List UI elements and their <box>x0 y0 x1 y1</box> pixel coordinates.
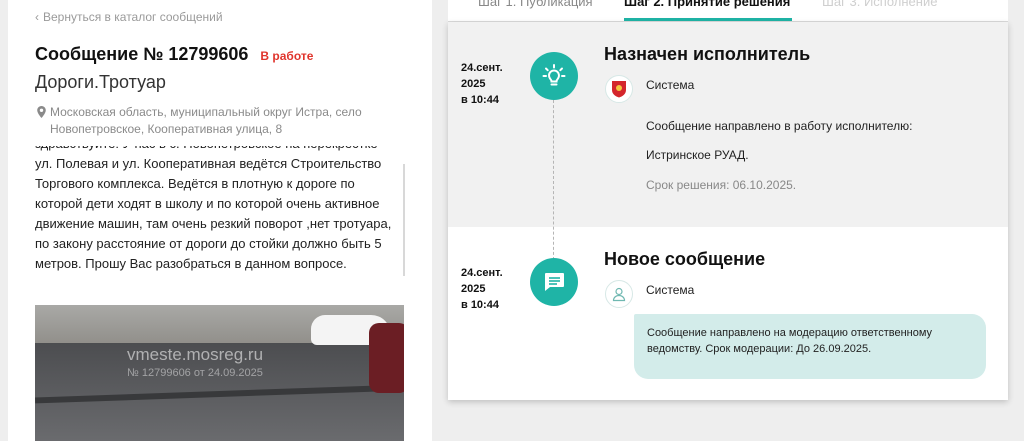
location-pin-icon <box>37 106 46 118</box>
message-title: Сообщение № 12799606 <box>35 44 249 64</box>
message-description[interactable]: здравствуйте! У нас в с. Новопетровское … <box>35 146 405 280</box>
address-text: Московская область, муниципальный округ … <box>50 105 362 136</box>
back-to-catalog-link[interactable]: ‹ Вернуться в каталог сообщений <box>35 10 223 24</box>
event-text: Сообщение направлено в работу исполнител… <box>646 119 913 133</box>
tab-step-3[interactable]: Шаг 3. Исполнение <box>822 0 937 9</box>
message-icon <box>530 258 578 306</box>
event-date: 24.сент. 2025 в 10:44 <box>461 267 503 311</box>
event-executor: Истринское РУАД. <box>646 148 749 162</box>
event-author: Система <box>646 78 695 92</box>
description-text: здравствуйте! У нас в с. Новопетровское … <box>35 146 392 271</box>
user-avatar-icon <box>605 280 633 308</box>
message-address: Московская область, муниципальный округ … <box>35 104 375 138</box>
photo-watermark: vmeste.mosreg.ru <box>127 345 264 364</box>
event-message-bubble: Сообщение направлено на модерацию ответс… <box>634 314 986 379</box>
event-deadline: Срок решения: 06.10.2025. <box>646 178 797 192</box>
event-title: Новое сообщение <box>604 249 766 269</box>
event-title: Назначен исполнитель <box>604 44 811 64</box>
photo-car <box>369 323 404 393</box>
timeline: 24.сент. 2025 в 10:44 Назначен исполните… <box>448 22 1008 400</box>
timeline-line <box>553 100 554 260</box>
active-tab-indicator <box>624 18 792 21</box>
message-card: ‹ Вернуться в каталог сообщений Сообщени… <box>8 0 432 441</box>
tab-step-2[interactable]: Шаг 2. Принятие решения <box>624 0 790 9</box>
message-category: Дороги.Тротуар <box>35 72 166 92</box>
description-scrollbar[interactable] <box>403 164 405 276</box>
message-header: Сообщение № 12799606 В работе <box>35 44 313 65</box>
status-badge: В работе <box>260 49 314 63</box>
moscow-region-emblem-icon <box>605 75 633 103</box>
event-author: Система <box>646 283 695 297</box>
message-photo[interactable]: vmeste.mosreg.ru № 12799606 от 24.09.202… <box>35 305 404 441</box>
steps-tabs: Шаг 1. Публикация Шаг 2. Принятие решени… <box>448 0 1008 22</box>
lightbulb-icon <box>530 52 578 100</box>
back-link-label: Вернуться в каталог сообщений <box>43 10 223 24</box>
photo-watermark-sub: № 12799606 от 24.09.2025 <box>127 367 263 379</box>
event-date: 24.сент. 2025 в 10:44 <box>461 62 503 106</box>
chevron-left-icon: ‹ <box>35 10 39 24</box>
tab-step-1[interactable]: Шаг 1. Публикация <box>478 0 593 9</box>
